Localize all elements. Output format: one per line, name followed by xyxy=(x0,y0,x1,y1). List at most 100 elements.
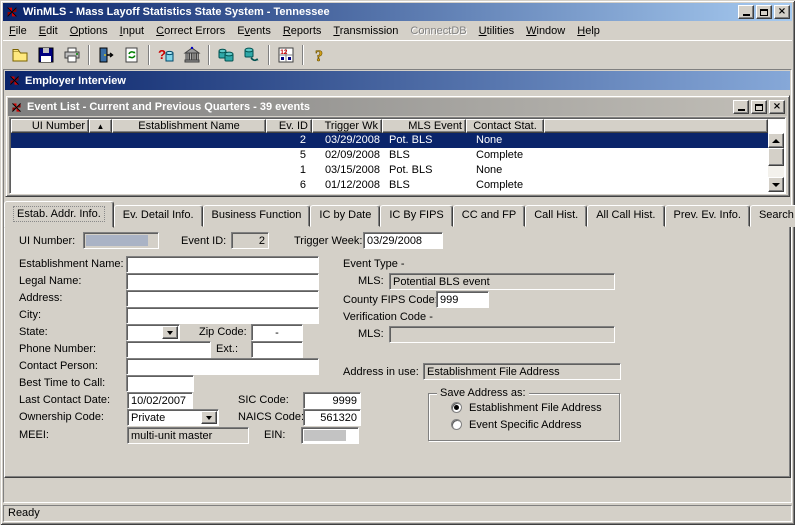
menu-transmission[interactable]: Transmission xyxy=(327,23,404,39)
close-button[interactable]: × xyxy=(774,5,790,19)
status-text: Ready xyxy=(8,507,40,519)
vertical-scrollbar[interactable] xyxy=(768,133,784,192)
menu-events[interactable]: Events xyxy=(231,23,277,39)
tab-all-call-hist[interactable]: All Call Hist. xyxy=(587,205,664,227)
event-list-title: Event List - Current and Previous Quarte… xyxy=(27,101,731,113)
svg-text:?: ? xyxy=(315,48,323,65)
table-row[interactable]: 1 03/15/2008 Pot. BLS None xyxy=(11,163,768,178)
menu-window[interactable]: Window xyxy=(520,23,571,39)
status-bar: Ready xyxy=(3,505,792,522)
tab-cc-and-fp[interactable]: CC and FP xyxy=(453,205,525,227)
open-folder-icon xyxy=(10,45,30,65)
database-copy-button[interactable] xyxy=(213,43,239,67)
scroll-up-button[interactable] xyxy=(768,133,784,148)
radio-establishment-file-address[interactable] xyxy=(451,402,462,413)
tab-ic-by-date[interactable]: IC by Date xyxy=(310,205,380,227)
sic-code-field[interactable]: 9999 xyxy=(303,392,361,409)
save-address-legend: Save Address as: xyxy=(437,387,529,399)
zip-code-field[interactable]: - xyxy=(251,324,303,341)
event-list-minimize-button[interactable] xyxy=(733,100,749,114)
employer-interview-titlebar[interactable]: Employer Interview xyxy=(5,71,790,90)
radio-event-specific-address[interactable] xyxy=(451,419,462,430)
naics-code-field[interactable]: 561320 xyxy=(303,409,361,426)
help-button[interactable]: ? xyxy=(307,43,333,67)
menu-options[interactable]: Options xyxy=(64,23,114,39)
minimize-button[interactable] xyxy=(738,5,754,19)
find-event-button[interactable]: ? xyxy=(153,43,179,67)
tab-prev-ev-info[interactable]: Prev. Ev. Info. xyxy=(665,205,750,227)
tab-call-hist[interactable]: Call Hist. xyxy=(525,205,587,227)
table-row[interactable]: 6 01/12/2008 BLS Complete xyxy=(11,178,768,193)
window-title: WinMLS - Mass Layoff Statistics State Sy… xyxy=(23,6,736,18)
phone-number-field[interactable] xyxy=(126,341,211,358)
meei-field: multi-unit master xyxy=(127,427,249,444)
address-field[interactable] xyxy=(126,290,319,307)
tab-ic-by-fips[interactable]: IC By FIPS xyxy=(380,205,452,227)
numbers-grid-button[interactable]: 12 xyxy=(273,43,299,67)
event-type-heading: Event Type - xyxy=(343,258,405,270)
database-transfer-icon xyxy=(242,45,262,65)
column-header-contact-stat[interactable]: Contact Stat. xyxy=(466,119,544,133)
menu-help[interactable]: Help xyxy=(571,23,606,39)
event-list-maximize-button[interactable] xyxy=(751,100,767,114)
employer-lookup-button[interactable] xyxy=(179,43,205,67)
event-list-window: Event List - Current and Previous Quarte… xyxy=(5,95,790,197)
tab-ev-detail-info[interactable]: Ev. Detail Info. xyxy=(114,205,203,227)
employer-interview-title: Employer Interview xyxy=(25,75,126,87)
tab-business-function[interactable]: Business Function xyxy=(203,205,311,227)
scrollbar-thumb[interactable] xyxy=(768,148,784,166)
menu-utilities[interactable]: Utilities xyxy=(473,23,520,39)
state-label: State: xyxy=(19,326,48,338)
radio-establishment-file-address-label[interactable]: Establishment File Address xyxy=(469,402,602,414)
bank-building-icon xyxy=(182,45,202,65)
table-row[interactable]: 2 03/29/2008 Pot. BLS None xyxy=(11,133,768,148)
verification-mls-field xyxy=(389,326,615,343)
print-button[interactable] xyxy=(59,43,85,67)
menu-correct-errors[interactable]: Correct Errors xyxy=(150,23,231,39)
event-list-close-button[interactable]: × xyxy=(769,100,785,114)
radio-event-specific-address-label[interactable]: Event Specific Address xyxy=(469,419,582,431)
event-list-titlebar[interactable]: Event List - Current and Previous Quarte… xyxy=(8,98,787,116)
ownership-code-label: Ownership Code: xyxy=(19,411,104,423)
event-list-grid: UI Number ▲ Establishment Name Ev. ID Tr… xyxy=(9,117,786,194)
refresh-button[interactable] xyxy=(119,43,145,67)
county-fips-field[interactable]: 999 xyxy=(436,291,489,308)
scroll-down-button[interactable] xyxy=(768,177,784,192)
open-folder-button[interactable] xyxy=(7,43,33,67)
menu-reports[interactable]: Reports xyxy=(277,23,328,39)
database-transfer-button[interactable] xyxy=(239,43,265,67)
event-id-field: 2 xyxy=(231,232,269,249)
contact-person-field[interactable] xyxy=(126,358,319,375)
ein-field xyxy=(301,427,359,444)
city-field[interactable] xyxy=(126,307,319,324)
column-header-mls-event[interactable]: MLS Event xyxy=(382,119,466,133)
last-contact-date-field[interactable]: 10/02/2007 xyxy=(127,392,193,409)
menu-edit[interactable]: Edit xyxy=(33,23,64,39)
legal-name-field[interactable] xyxy=(126,273,319,290)
menu-input[interactable]: Input xyxy=(114,23,150,39)
sort-ascending-icon[interactable]: ▲ xyxy=(89,119,112,133)
column-header-trigger-wk[interactable]: Trigger Wk xyxy=(312,119,382,133)
trigger-week-field[interactable]: 03/29/2008 xyxy=(363,232,443,249)
best-time-to-call-field[interactable] xyxy=(126,375,194,392)
ui-number-label: UI Number: xyxy=(19,235,75,247)
ownership-code-dropdown[interactable]: Private xyxy=(127,409,219,426)
column-header-establishment-name[interactable]: Establishment Name xyxy=(112,119,266,133)
chevron-down-icon[interactable] xyxy=(162,326,178,339)
state-dropdown[interactable] xyxy=(126,324,180,341)
save-button[interactable] xyxy=(33,43,59,67)
menu-file[interactable]: File xyxy=(3,23,33,39)
address-in-use-label: Address in use: xyxy=(343,366,419,378)
window-titlebar[interactable]: WinMLS - Mass Layoff Statistics State Sy… xyxy=(3,3,792,21)
exit-button[interactable] xyxy=(93,43,119,67)
tab-estab-addr-info[interactable]: Estab. Addr. Info. xyxy=(4,201,114,228)
maximize-button[interactable] xyxy=(756,5,772,19)
chevron-down-icon[interactable] xyxy=(201,411,217,424)
establishment-name-field[interactable] xyxy=(126,256,319,273)
tab-search[interactable]: Search xyxy=(750,205,795,227)
column-header-ev-id[interactable]: Ev. ID xyxy=(266,119,312,133)
event-list-rows: 2 03/29/2008 Pot. BLS None 5 02/09/2008 … xyxy=(11,133,768,193)
column-header-ui-number[interactable]: UI Number xyxy=(11,119,89,133)
ext-field[interactable] xyxy=(251,341,303,358)
table-row[interactable]: 5 02/09/2008 BLS Complete xyxy=(11,148,768,163)
